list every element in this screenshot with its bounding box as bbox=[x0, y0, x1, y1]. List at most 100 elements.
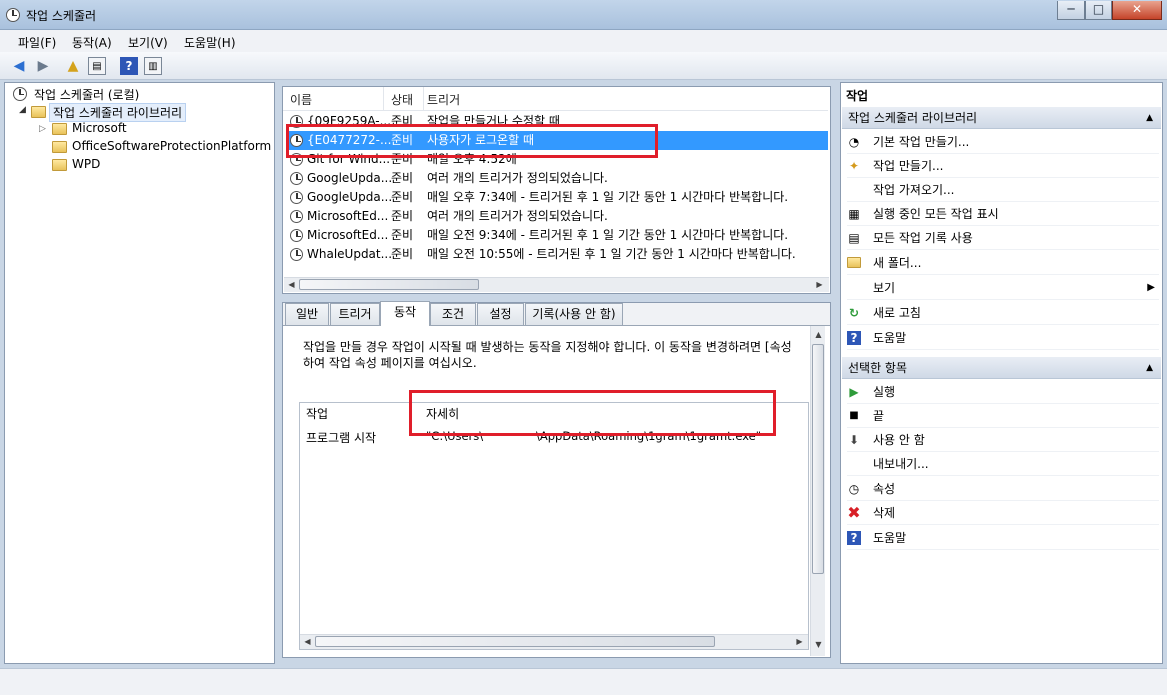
action-import-task[interactable]: 작업 가져오기... bbox=[847, 178, 1159, 202]
help-icon[interactable]: ? bbox=[120, 57, 138, 75]
scroll-thumb[interactable] bbox=[299, 279, 479, 290]
status-bar bbox=[0, 668, 1167, 695]
history-icon: ▤ bbox=[848, 231, 860, 245]
tree-folder-microsoft[interactable]: Microsoft bbox=[72, 121, 127, 135]
scroll-right-icon[interactable]: ▶ bbox=[792, 637, 807, 646]
action-new-folder[interactable]: 새 폴더... bbox=[847, 251, 1159, 275]
action-disable[interactable]: ⬇ 사용 안 함 bbox=[847, 428, 1159, 452]
action-help-selected[interactable]: ? 도움말 bbox=[847, 526, 1159, 550]
collapse-icon[interactable]: ▲ bbox=[1146, 357, 1153, 379]
disable-arrow-icon: ⬇ bbox=[848, 433, 860, 447]
refresh-icon: ↻ bbox=[848, 306, 860, 320]
collapse-icon[interactable]: ▲ bbox=[1146, 107, 1153, 129]
scroll-right-icon[interactable]: ▶ bbox=[812, 280, 827, 289]
action-description-line2: 하여 작업 속성 페이지를 여십시오. bbox=[303, 356, 477, 370]
scroll-down-icon[interactable]: ▼ bbox=[811, 640, 826, 649]
table-row[interactable]: MicrosoftEd... 준비 매일 오전 9:34에 - 트리거된 후 1… bbox=[288, 226, 828, 245]
title-bar: 작업 스케줄러 ─ □ ✕ bbox=[0, 0, 1167, 30]
tab-conditions[interactable]: 조건 bbox=[430, 303, 476, 325]
help-icon: ? bbox=[847, 331, 861, 345]
section-selected-item[interactable]: 선택한 항목 ▲ bbox=[842, 357, 1161, 379]
stop-icon: ■ bbox=[849, 410, 859, 421]
tab-body: 작업을 만들 경우 작업이 시작될 때 발생하는 동작을 지정해야 합니다. 이… bbox=[283, 325, 830, 657]
submenu-arrow-icon: ▶ bbox=[1147, 282, 1155, 293]
task-clock-icon bbox=[290, 248, 303, 261]
folder-icon bbox=[52, 123, 67, 135]
action-create-basic-task[interactable]: ◔ 기본 작업 만들기... bbox=[847, 130, 1159, 154]
back-arrow-icon[interactable]: ◀ bbox=[10, 57, 28, 75]
action-enable-history[interactable]: ▤ 모든 작업 기록 사용 bbox=[847, 226, 1159, 250]
navigation-tree: 작업 스케줄러 (로컬) ◢ 작업 스케줄러 라이브러리 ▷ Microsoft… bbox=[4, 82, 275, 664]
wizard-clock-icon: ◔ bbox=[848, 135, 860, 149]
tab-actions[interactable]: 동작 bbox=[380, 301, 430, 326]
window-title: 작업 스케줄러 bbox=[26, 9, 97, 23]
action-help[interactable]: ? 도움말 bbox=[847, 326, 1159, 350]
action-run[interactable]: ▶ 실행 bbox=[847, 380, 1159, 404]
action-export[interactable]: 내보내기... bbox=[847, 452, 1159, 476]
scroll-up-icon[interactable]: ▲ bbox=[811, 330, 826, 339]
menu-file[interactable]: 파일(F) bbox=[18, 34, 56, 51]
column-trigger[interactable]: 트리거 bbox=[423, 87, 828, 111]
table-row[interactable]: MicrosoftEd... 준비 여러 개의 트리거가 정의되었습니다. bbox=[288, 207, 828, 226]
table-row[interactable]: WhaleUpdat... 준비 매일 오전 10:55에 - 트리거된 후 1… bbox=[288, 245, 828, 264]
clock-icon bbox=[13, 87, 27, 101]
tab-settings[interactable]: 설정 bbox=[477, 303, 524, 325]
tree-library[interactable]: 작업 스케줄러 라이브러리 bbox=[49, 103, 187, 122]
highlight-box-action bbox=[409, 390, 776, 436]
section-library[interactable]: 작업 스케줄러 라이브러리 ▲ bbox=[842, 107, 1161, 129]
show-action-pane-icon[interactable]: ▥ bbox=[144, 57, 162, 75]
action-description-line1: 작업을 만들 경우 작업이 시작될 때 발생하는 동작을 지정해야 합니다. 이… bbox=[303, 340, 792, 354]
action-list-hscrollbar[interactable]: ◀ ▶ bbox=[300, 634, 808, 649]
tab-general[interactable]: 일반 bbox=[285, 303, 329, 325]
actions-pane-title: 작업 bbox=[846, 89, 869, 103]
tab-triggers[interactable]: 트리거 bbox=[330, 303, 380, 325]
tab-history[interactable]: 기록(사용 안 함) bbox=[525, 303, 623, 325]
task-clock-icon bbox=[290, 229, 303, 242]
table-row[interactable]: GoogleUpda... 준비 매일 오후 7:34에 - 트리거된 후 1 … bbox=[288, 188, 828, 207]
tree-root[interactable]: 작업 스케줄러 (로컬) bbox=[34, 86, 139, 103]
scroll-left-icon[interactable]: ◀ bbox=[300, 637, 315, 646]
task-clock-icon bbox=[290, 210, 303, 223]
collapsed-arrow-icon[interactable]: ▷ bbox=[39, 124, 46, 134]
folder-icon bbox=[52, 159, 67, 171]
highlight-box-task bbox=[286, 124, 658, 158]
close-button[interactable]: ✕ bbox=[1112, 1, 1162, 20]
help-icon: ? bbox=[847, 531, 861, 545]
expanded-arrow-icon[interactable]: ◢ bbox=[19, 105, 26, 115]
forward-arrow-icon[interactable]: ▶ bbox=[34, 57, 52, 75]
actions-pane: 작업 작업 스케줄러 라이브러리 ▲ ◔ 기본 작업 만들기... ✦ 작업 만들기… bbox=[840, 82, 1163, 664]
menu-bar: 파일(F) 동작(A) 보기(V) 도움말(H) bbox=[0, 30, 1167, 52]
clock-icon bbox=[6, 8, 20, 22]
menu-view[interactable]: 보기(V) bbox=[128, 34, 168, 51]
column-action[interactable]: 작업 bbox=[300, 403, 410, 423]
action-properties[interactable]: ◷ 속성 bbox=[847, 477, 1159, 501]
action-refresh[interactable]: ↻ 새로 고침 bbox=[847, 301, 1159, 325]
folder-icon bbox=[52, 141, 67, 153]
tab-body-vscrollbar[interactable]: ▲ ▼ bbox=[810, 326, 825, 656]
scroll-thumb[interactable] bbox=[315, 636, 715, 647]
table-row[interactable]: GoogleUpda... 준비 여러 개의 트리거가 정의되었습니다. bbox=[288, 169, 828, 188]
scroll-thumb[interactable] bbox=[812, 344, 824, 574]
action-end[interactable]: ■ 끝 bbox=[847, 404, 1159, 428]
column-name[interactable]: 이름 bbox=[283, 87, 383, 111]
menu-help[interactable]: 도움말(H) bbox=[184, 34, 236, 51]
action-delete[interactable]: ✖ 삭제 bbox=[847, 501, 1159, 525]
tree-folder-office[interactable]: OfficeSoftwareProtectionPlatform bbox=[72, 139, 271, 153]
action-view[interactable]: 보기 ▶ bbox=[847, 276, 1159, 300]
task-list-hscrollbar[interactable]: ◀ ▶ bbox=[284, 277, 829, 292]
maximize-button[interactable]: □ bbox=[1085, 1, 1112, 20]
toolbar: ◀ ▶ ▲ ▤ ? ▥ bbox=[0, 52, 1167, 80]
action-create-task[interactable]: ✦ 작업 만들기... bbox=[847, 154, 1159, 178]
tree-folder-wpd[interactable]: WPD bbox=[72, 157, 100, 171]
up-folder-icon[interactable]: ▲ bbox=[64, 57, 82, 75]
action-show-running[interactable]: ▦ 실행 중인 모든 작업 표시 bbox=[847, 202, 1159, 226]
scroll-left-icon[interactable]: ◀ bbox=[284, 280, 299, 289]
column-status[interactable]: 상태 bbox=[383, 87, 423, 111]
task-clock-icon bbox=[290, 191, 303, 204]
show-tree-icon[interactable]: ▤ bbox=[88, 57, 106, 75]
new-folder-icon bbox=[847, 257, 861, 268]
action-type[interactable]: 프로그램 시작 bbox=[306, 429, 376, 446]
task-clock-icon bbox=[290, 172, 303, 185]
minimize-button[interactable]: ─ bbox=[1057, 1, 1085, 20]
menu-action[interactable]: 동작(A) bbox=[72, 34, 112, 51]
